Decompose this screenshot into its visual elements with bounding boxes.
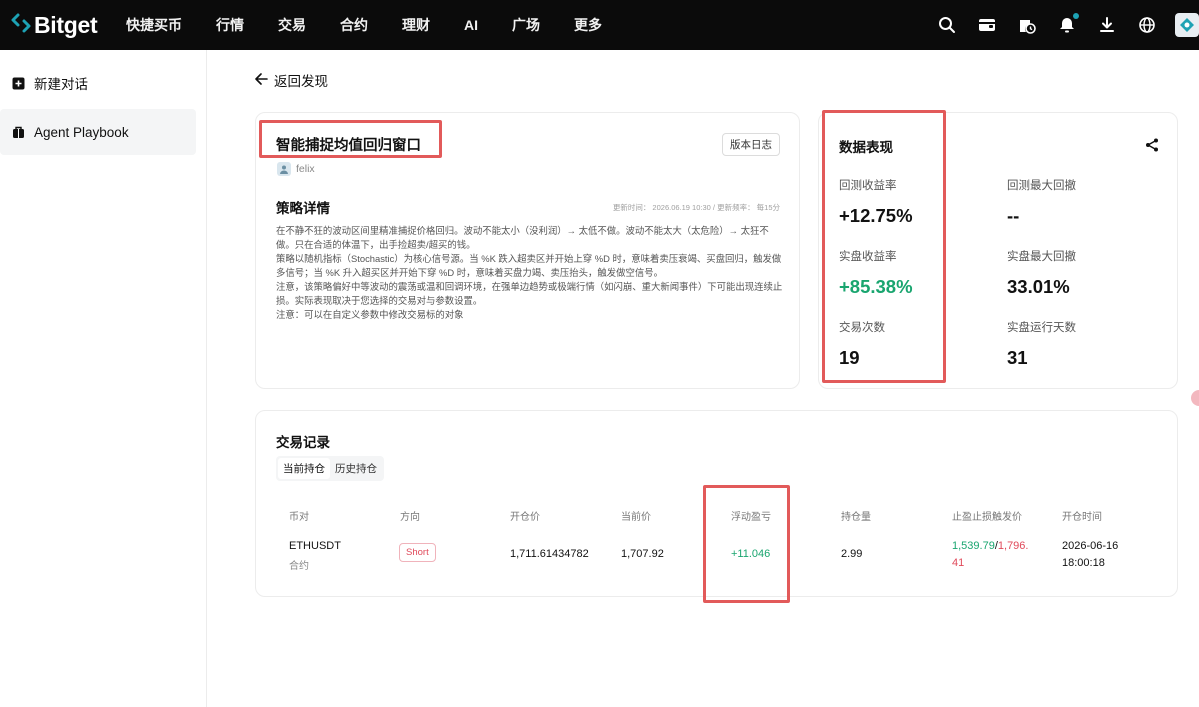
notification-dot <box>1073 13 1079 19</box>
sidebar-item-label: Agent Playbook <box>34 124 129 140</box>
metric-live-days: 实盘运行天数 31 <box>1007 319 1076 369</box>
trade-records-title: 交易记录 <box>276 435 330 450</box>
nav-square[interactable]: 广场 <box>512 15 540 35</box>
wallet-icon[interactable] <box>977 15 997 35</box>
nav-markets[interactable]: 行情 <box>216 15 244 35</box>
author-name: felix <box>296 163 315 175</box>
sidebar-item-label: 新建对话 <box>34 77 88 92</box>
sidebar: 新建对话 Agent Playbook <box>0 50 207 707</box>
metric-backtest-drawdown: 回测最大回撤 -- <box>1007 177 1076 227</box>
arrow-left-icon <box>255 72 268 89</box>
clock-icon[interactable] <box>1017 15 1037 35</box>
column-header: 持仓量 <box>841 512 871 523</box>
nav-more[interactable]: 更多 <box>574 15 602 35</box>
nav-earn[interactable]: 理财 <box>402 15 430 35</box>
description-paragraph: 策略以随机指标（Stochastic）为核心信号源。当 %K 跌入超卖区并开始上… <box>276 253 782 278</box>
position-tabs: 当前持仓 历史持仓 <box>276 456 384 481</box>
metric-label: 实盘最大回撤 <box>1007 251 1076 263</box>
main-nav: 快捷买币 行情 交易 合约 理财 AI 广场 更多 <box>126 15 636 35</box>
column-header: 止盈止损触发价 <box>952 512 1022 523</box>
column-header: 方向 <box>400 512 420 523</box>
take-profit-price: 1,539.79 <box>952 540 995 552</box>
open-price: 1,711.61434782 <box>510 548 589 560</box>
position-size: 2.99 <box>841 548 863 560</box>
metric-value: 31 <box>1007 347 1028 368</box>
metric-label: 实盘运行天数 <box>1007 322 1076 334</box>
top-navbar: Bitget 快捷买币 行情 交易 合约 理财 AI 广场 更多 <box>0 0 1199 50</box>
stop-loss-price: 1,796. <box>997 540 1029 552</box>
top-icons <box>917 0 1199 50</box>
highlight-box-title <box>259 120 442 158</box>
metric-trade-count: 交易次数 19 <box>839 319 885 369</box>
metric-value: -- <box>1007 205 1020 226</box>
nav-ai[interactable]: AI <box>464 17 478 33</box>
open-time: 18:00:18 <box>1062 557 1105 569</box>
column-header: 开仓价 <box>510 512 540 523</box>
metric-label: 实盘收益率 <box>839 251 897 263</box>
metric-live-drawdown: 实盘最大回撤 33.01% <box>1007 248 1076 298</box>
metric-live-return: 实盘收益率 +85.38% <box>839 248 913 298</box>
metric-value: 19 <box>839 347 860 368</box>
detail-title: 策略详情 <box>276 201 330 216</box>
author-avatar <box>277 162 291 176</box>
tp-sl-prices: 1,539.79/1,796. <box>952 540 1028 552</box>
sidebar-item-new-chat[interactable]: 新建对话 <box>0 60 196 106</box>
bell-icon[interactable] <box>1057 13 1079 35</box>
strategy-description: 在不静不狂的波动区间里精准捕捉价格回归。波动不能太小（没利润）→ 太低不做。波动… <box>276 224 786 322</box>
highlight-box-pnl <box>703 485 790 603</box>
pair-type: 合约 <box>289 561 309 572</box>
changelog-button[interactable]: 版本日志 <box>722 133 780 156</box>
column-header: 当前价 <box>621 512 651 523</box>
globe-icon[interactable] <box>1137 15 1157 35</box>
metric-label: 交易次数 <box>839 322 885 334</box>
nav-quick-buy[interactable]: 快捷买币 <box>126 15 182 35</box>
description-paragraph: 在不静不狂的波动区间里精准捕捉价格回归。波动不能太小（没利润）→ 太低不做。波动… <box>276 225 769 250</box>
nav-trade[interactable]: 交易 <box>278 15 306 35</box>
column-header: 币对 <box>289 512 309 523</box>
new-chat-icon <box>11 76 25 90</box>
metric-label: 回测收益率 <box>839 180 897 192</box>
metric-label: 回测最大回撤 <box>1007 180 1076 192</box>
user-avatar[interactable] <box>1175 13 1199 37</box>
strategy-card: 智能捕捉均值回归窗口 版本日志 felix 策略详情 更新时间： 2026.06… <box>255 112 800 389</box>
description-paragraph: 注意，该策略偏好中等波动的震荡或温和回调环境，在强单边趋势或极端行情（如闪崩、重… <box>276 281 783 306</box>
open-date: 2026-06-16 <box>1062 540 1119 552</box>
tab-history-positions[interactable]: 历史持仓 <box>330 458 382 479</box>
search-icon[interactable] <box>937 15 957 35</box>
bitget-logo[interactable]: Bitget <box>10 10 110 41</box>
description-paragraph: 注意：可以在自定义参数中修改交易标的对象 <box>276 309 464 320</box>
floating-help-handle[interactable] <box>1191 390 1199 406</box>
share-icon[interactable] <box>1145 138 1159 152</box>
current-price: 1,707.92 <box>621 548 664 560</box>
stop-loss-price-cont: 41 <box>952 557 965 569</box>
author[interactable]: felix <box>277 162 315 176</box>
bitget-logo-icon <box>10 10 32 41</box>
column-header: 开仓时间 <box>1062 512 1102 523</box>
back-label: 返回发现 <box>274 74 328 89</box>
sidebar-item-agent-playbook[interactable]: Agent Playbook <box>0 109 196 155</box>
performance-card: 数据表现 回测收益率 +12.75% 回测最大回撤 -- 实盘收益率 +85.3… <box>818 110 1178 389</box>
metric-value: 33.01% <box>1007 276 1070 297</box>
update-meta: 更新时间： 2026.06.19 10:30 / 更新频率： 每15分 <box>612 203 780 212</box>
tab-current-positions[interactable]: 当前持仓 <box>278 458 330 479</box>
logo-text: Bitget <box>34 11 98 38</box>
nav-futures[interactable]: 合约 <box>340 15 368 35</box>
metric-value: +12.75% <box>839 205 913 226</box>
download-icon[interactable] <box>1097 15 1117 35</box>
playbook-icon <box>11 125 25 139</box>
metric-value: +85.38% <box>839 276 913 297</box>
back-link[interactable]: 返回发现 <box>255 70 328 90</box>
metric-backtest-return: 回测收益率 +12.75% <box>839 177 913 227</box>
main-content: 返回发现 智能捕捉均值回归窗口 版本日志 felix 策略详情 更新时间： 20… <box>207 50 1199 707</box>
pair-name: ETHUSDT <box>289 540 341 552</box>
direction-badge: Short <box>399 543 436 562</box>
trade-records-card: 交易记录 当前持仓 历史持仓 币对 方向 开仓价 当前价 浮动盈亏 持仓量 止盈… <box>255 410 1178 603</box>
